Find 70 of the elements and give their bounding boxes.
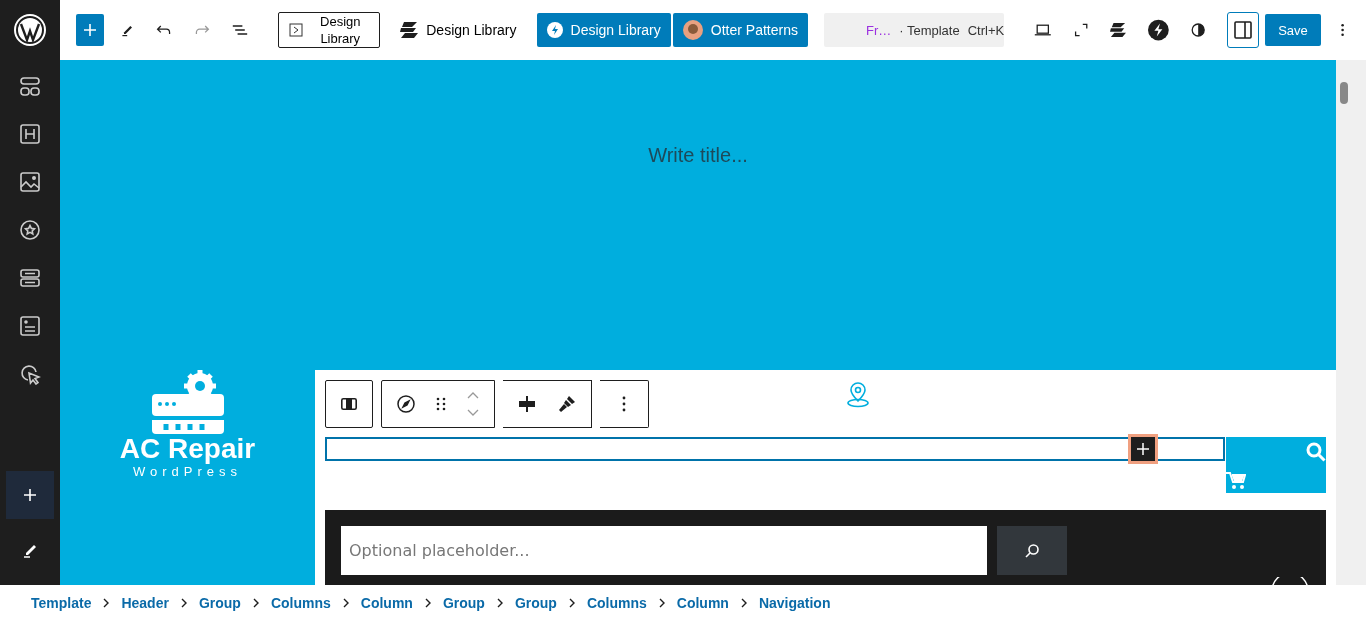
breadcrumb-link[interactable]: Column (676, 594, 729, 611)
chevron-right-icon (252, 597, 259, 608)
heading-icon[interactable] (19, 123, 41, 145)
breadcrumb-link[interactable]: Columns (586, 594, 647, 611)
breadcrumb-link[interactable]: Columns (270, 594, 331, 611)
plus-icon (1137, 443, 1149, 455)
map-pin-icon (846, 382, 870, 408)
card-icon[interactable] (19, 315, 41, 337)
chevron-right-icon (342, 597, 349, 608)
search-icon[interactable] (1306, 442, 1326, 462)
columns-icon (341, 398, 357, 410)
chevron-right-icon (568, 597, 575, 608)
list-view-icon[interactable] (232, 22, 249, 38)
plus-icon (83, 23, 97, 37)
rows-icon[interactable] (19, 267, 41, 289)
save-button[interactable]: Save (1265, 14, 1321, 46)
add-block-button[interactable] (1128, 434, 1158, 464)
design-library-button[interactable]: Design Library (390, 13, 527, 47)
otter-patterns-button[interactable]: Otter Patterns (672, 13, 808, 47)
chevron-right-icon (103, 597, 110, 608)
fullscreen-icon[interactable] (1073, 21, 1089, 39)
sidebar-icon (1234, 21, 1253, 39)
design-library-button[interactable]: Design Library (278, 12, 381, 48)
document-type: · Template (899, 22, 960, 38)
breadcrumb-link[interactable]: Group (514, 594, 557, 611)
breadcrumb-link[interactable]: Group (442, 594, 485, 611)
contrast-icon[interactable] (1190, 21, 1206, 39)
breadcrumb-link[interactable]: Navigation (758, 594, 831, 611)
shopping-cart-icon[interactable] (1226, 472, 1246, 490)
chevron-right-icon (180, 597, 187, 608)
scrollbar[interactable] (1336, 60, 1366, 585)
search-field[interactable]: Optional placeholder... (341, 526, 987, 575)
patterns-icon[interactable] (19, 75, 41, 97)
stacked-logo-icon[interactable] (1110, 21, 1127, 39)
logo-tagline: WordPress (132, 464, 243, 479)
bolt-circle-icon[interactable] (1148, 17, 1169, 43)
bolt-circle-icon (546, 22, 563, 38)
settings-panel-toggle[interactable] (1227, 12, 1260, 48)
document-title: Fr… (865, 22, 892, 38)
laptop-icon[interactable] (1034, 22, 1052, 38)
stacked-logo-icon (400, 22, 419, 38)
breadcrumb-link[interactable]: Group (198, 594, 241, 611)
otter-avatar-icon (682, 20, 703, 40)
chevron-right-icon (740, 597, 747, 608)
drag-handle-icon[interactable] (436, 397, 446, 411)
search-icon (1024, 542, 1040, 559)
breadcrumb-link[interactable]: Header (121, 594, 169, 611)
navigation-block[interactable] (325, 437, 1225, 461)
star-badge-icon[interactable] (19, 219, 41, 241)
block-type-button[interactable] (325, 380, 373, 428)
align-icon[interactable] (517, 394, 537, 414)
shortcut-hint: Ctrl+K (967, 22, 1005, 38)
design-library-button[interactable]: Design Library (536, 13, 671, 47)
breadcrumb-link[interactable]: Column (360, 594, 413, 611)
title-placeholder[interactable]: Write title... (648, 144, 748, 168)
compass-icon[interactable] (396, 394, 416, 414)
library-icon (289, 23, 304, 37)
move-up-down-icon[interactable] (466, 391, 480, 417)
image-icon[interactable] (19, 171, 41, 193)
logo-name: AC Repair (119, 434, 256, 464)
more-options-icon[interactable] (622, 396, 626, 412)
chevron-right-icon (658, 597, 665, 608)
more-options-icon[interactable] (1340, 22, 1345, 38)
paintbrush-icon[interactable] (557, 394, 577, 414)
command-bar[interactable]: Fr… · Template Ctrl+K (823, 13, 1005, 47)
chevron-right-icon (424, 597, 431, 608)
breadcrumb-link[interactable]: Template (31, 594, 92, 611)
plus-icon (23, 488, 37, 502)
chevron-right-icon (496, 597, 503, 608)
cursor-click-icon[interactable] (19, 363, 41, 385)
